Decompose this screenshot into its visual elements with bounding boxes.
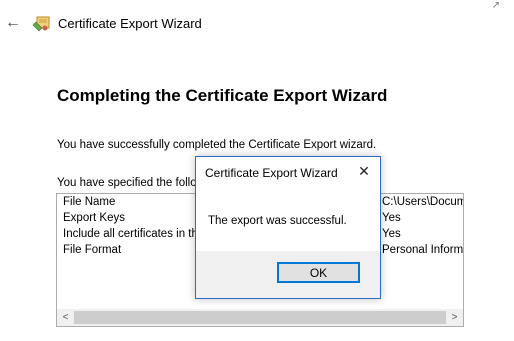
horizontal-scrollbar[interactable]: < >	[57, 309, 463, 326]
window-edge-mark: ↗	[491, 0, 500, 11]
scrollbar-thumb[interactable]	[74, 311, 446, 324]
certificate-icon	[32, 16, 50, 32]
setting-value: Personal Information Exchange (*.pfx)	[382, 244, 464, 256]
dialog-message: The export was successful.	[208, 215, 347, 227]
wizard-header: ← Certificate Export Wizard ↗	[0, 0, 514, 50]
setting-value: Yes	[382, 212, 401, 224]
dialog-title: Certificate Export Wizard	[205, 166, 338, 180]
setting-value: C:\Users\Documents\Connector	[382, 196, 464, 208]
page-heading: Completing the Certificate Export Wizard	[57, 86, 388, 105]
export-success-dialog: Certificate Export Wizard ✕ The export w…	[195, 156, 381, 299]
setting-name: File Name	[63, 196, 116, 208]
close-icon[interactable]: ✕	[354, 161, 374, 181]
scroll-right-icon[interactable]: >	[446, 309, 463, 326]
setting-name: Export Keys	[63, 212, 125, 224]
setting-value: Yes	[382, 228, 401, 240]
scroll-left-icon[interactable]: <	[57, 309, 74, 326]
ok-button[interactable]: OK	[277, 262, 360, 283]
back-arrow-icon[interactable]: ←	[4, 14, 22, 32]
success-message: You have successfully completed the Cert…	[57, 139, 377, 151]
window-title: Certificate Export Wizard	[58, 16, 202, 31]
dialog-footer: OK	[196, 251, 380, 298]
setting-name: File Format	[63, 244, 122, 256]
